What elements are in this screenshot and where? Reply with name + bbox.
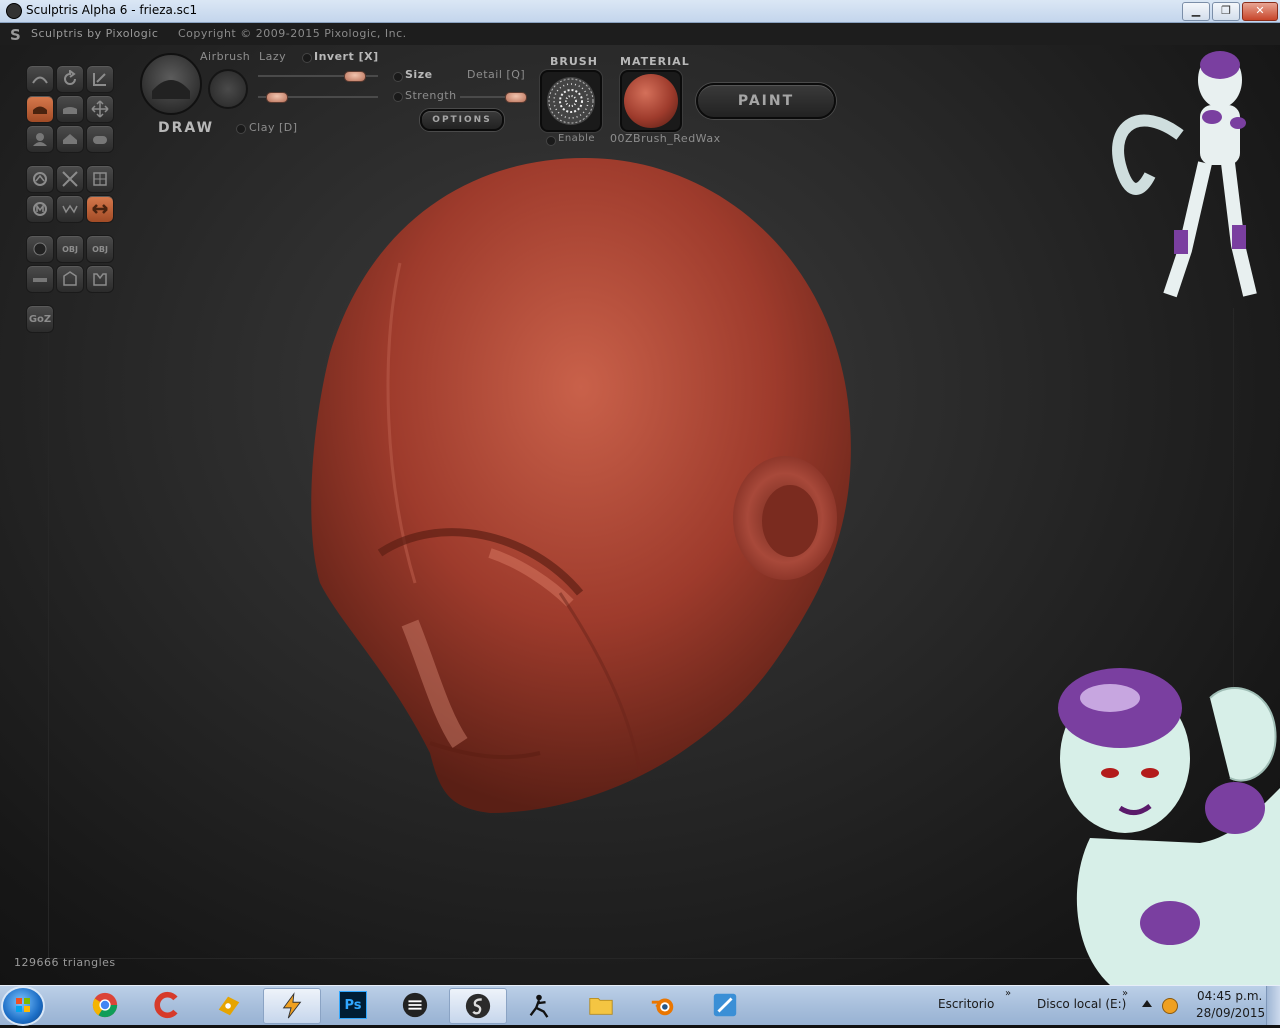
material-sphere: [624, 74, 678, 128]
minimize-button[interactable]: ▁: [1182, 2, 1210, 21]
app-header: S Sculptris by Pixologic Copyright © 200…: [0, 23, 1280, 45]
symmetry-tool-icon[interactable]: [26, 165, 54, 193]
strength-label: Strength: [405, 89, 457, 102]
clock-time[interactable]: 04:45 p.m.: [1197, 989, 1262, 1003]
open-file-icon[interactable]: [56, 265, 84, 293]
winamp-taskbar-icon[interactable]: [263, 988, 321, 1024]
clay-label: Clay [D]: [249, 121, 298, 134]
sculptris-taskbar-icon[interactable]: [449, 988, 507, 1024]
material-name: 00ZBrush_RedWax: [610, 132, 721, 145]
draw-tool-icon[interactable]: [26, 95, 54, 123]
inflate-tool-icon[interactable]: [26, 125, 54, 153]
grid-tool-icon[interactable]: [86, 165, 114, 193]
pinch-tool-icon[interactable]: [56, 125, 84, 153]
brush-alpha-swatch[interactable]: [540, 70, 602, 132]
mask-tool-icon[interactable]: [26, 195, 54, 223]
sculptris-app-icon: [6, 3, 22, 19]
clay-checkbox[interactable]: [236, 124, 246, 134]
options-button[interactable]: OPTIONS: [420, 109, 504, 131]
import-obj-button[interactable]: OBJ: [56, 235, 84, 263]
sphere-tool-icon[interactable]: [26, 235, 54, 263]
sculptris-logo-icon: S: [10, 26, 21, 44]
smooth-tool-icon[interactable]: [86, 125, 114, 153]
start-button[interactable]: [3, 988, 43, 1024]
flatten-tool-icon[interactable]: [56, 95, 84, 123]
detail-label: Detail [Q]: [467, 68, 526, 81]
disk-toolbar-chevron[interactable]: »: [1122, 988, 1128, 999]
reduce-tool-icon[interactable]: [56, 195, 84, 223]
desktop-toolbar-chevron[interactable]: »: [1005, 988, 1011, 999]
rotate-tool-icon[interactable]: [56, 65, 84, 93]
wireframe-tool-icon[interactable]: [56, 165, 84, 193]
sculptris-workspace[interactable]: S Sculptris by Pixologic Copyright © 200…: [0, 23, 1280, 985]
size-slider-knob[interactable]: [344, 71, 366, 82]
invert-label: Invert [X]: [314, 50, 379, 63]
maximize-button[interactable]: ❐: [1212, 2, 1240, 21]
enable-label: Enable: [558, 133, 596, 144]
chrome-taskbar-icon[interactable]: [77, 988, 133, 1022]
zbrush-taskbar-icon[interactable]: [511, 988, 567, 1022]
grab-tool-icon[interactable]: [86, 95, 114, 123]
crease-tool-icon[interactable]: [26, 65, 54, 93]
frieza-fullbody-image: [1112, 51, 1257, 298]
lazy-label: Lazy: [259, 50, 287, 63]
brush-label: BRUSH: [550, 55, 598, 68]
enable-checkbox[interactable]: [546, 136, 556, 146]
photoshop-taskbar-icon[interactable]: Ps: [325, 988, 381, 1022]
tray-app-icon[interactable]: [1162, 998, 1178, 1014]
copyright-label: Copyright © 2009-2015 Pixologic, Inc.: [178, 27, 407, 40]
strength-slider-knob[interactable]: [266, 92, 288, 103]
tray-expand-icon[interactable]: [1142, 1000, 1152, 1007]
clock-date[interactable]: 28/09/2015: [1196, 1006, 1265, 1020]
sculpted-head-model[interactable]: [300, 153, 870, 833]
folder-taskbar-icon[interactable]: [573, 988, 629, 1022]
size-label: Size: [405, 68, 433, 81]
show-desktop-button[interactable]: [1266, 986, 1280, 1025]
airbrush-toggle[interactable]: [208, 69, 248, 109]
goz-button[interactable]: GoZ: [26, 305, 54, 333]
paint-app-taskbar-icon[interactable]: [697, 988, 753, 1022]
photoshop-label: Ps: [339, 991, 367, 1019]
draw-brush-icon[interactable]: [140, 53, 202, 115]
ccleaner-taskbar-icon[interactable]: [139, 988, 195, 1022]
invert-checkbox[interactable]: [302, 53, 312, 63]
new-plane-icon[interactable]: [26, 265, 54, 293]
window-titlebar: Sculptris Alpha 6 - frieza.sc1 ▁ ❐ ✕: [0, 0, 1280, 23]
close-button[interactable]: ✕: [1242, 2, 1278, 21]
blender-taskbar-icon[interactable]: [635, 988, 691, 1022]
material-label: MATERIAL: [620, 55, 690, 68]
brand-label: Sculptris by Pixologic: [31, 27, 159, 40]
scale-tool-icon[interactable]: [86, 65, 114, 93]
draw-label: DRAW: [158, 120, 215, 136]
stream-taskbar-icon[interactable]: [387, 988, 443, 1022]
disk-toolbar-label[interactable]: Disco local (E:): [1037, 997, 1126, 1011]
taskbar: Ps Escritorio » Disco local (E:) » 04:45…: [0, 985, 1280, 1025]
material-swatch[interactable]: [620, 70, 682, 132]
window-title: Sculptris Alpha 6 - frieza.sc1: [26, 3, 198, 17]
frieza-bust-image: [1058, 668, 1280, 985]
paint-button[interactable]: PAINT: [696, 83, 836, 119]
save-file-icon[interactable]: [86, 265, 114, 293]
detail-slider-knob[interactable]: [505, 92, 527, 103]
tool-taskbar-icon[interactable]: [201, 988, 257, 1022]
triangle-count: 129666 triangles: [14, 956, 116, 969]
size-checkbox[interactable]: [393, 72, 403, 82]
airbrush-label: Airbrush: [200, 50, 251, 63]
export-obj-button[interactable]: OBJ: [86, 235, 114, 263]
desktop-toolbar-label[interactable]: Escritorio: [938, 997, 994, 1011]
strength-checkbox[interactable]: [393, 92, 403, 102]
mirror-tool-icon[interactable]: [86, 195, 114, 223]
